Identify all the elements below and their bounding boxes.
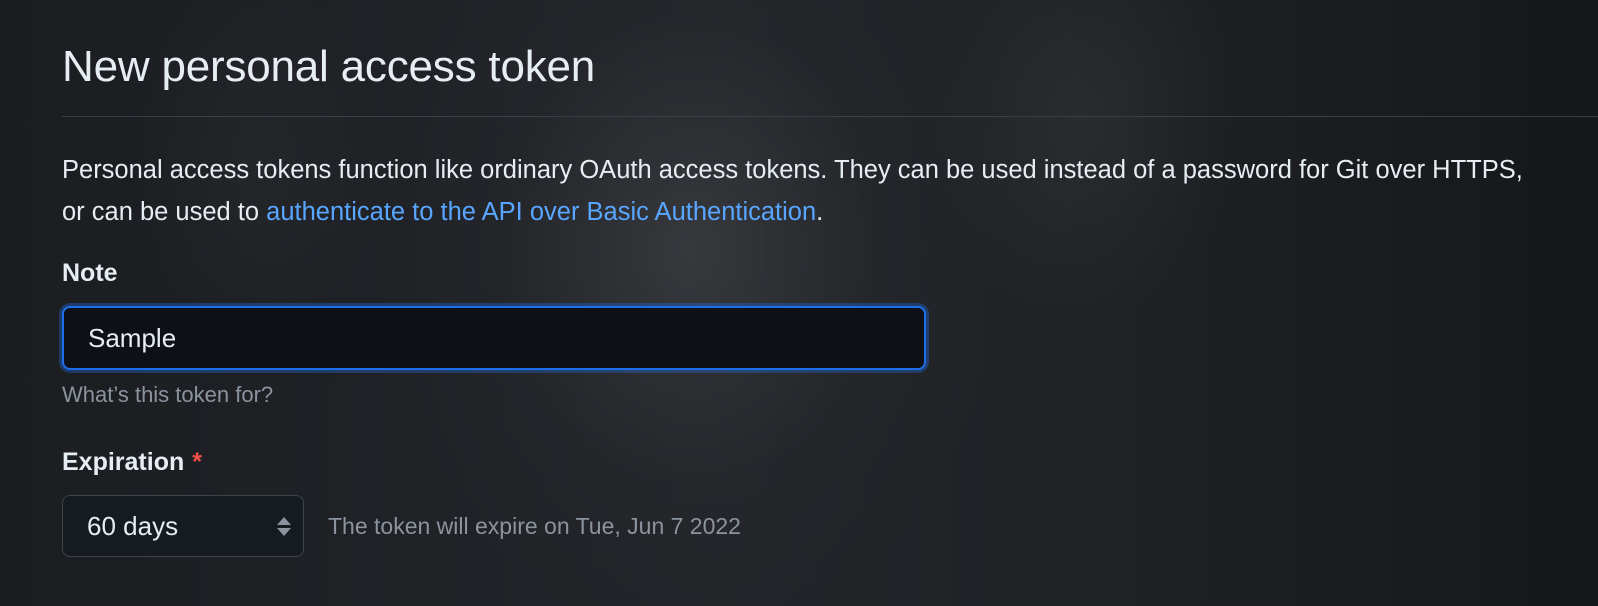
description-end: . xyxy=(816,198,824,226)
updown-arrows-icon xyxy=(277,516,291,536)
expiration-date-text: The token will expire on Tue, Jun 7 2022 xyxy=(328,512,741,539)
title-divider xyxy=(62,116,1598,117)
note-input[interactable] xyxy=(62,306,926,370)
note-label: Note xyxy=(62,259,118,287)
description: Personal access tokens function like ord… xyxy=(62,149,1542,233)
page-title: New personal access token xyxy=(62,42,596,91)
expiration-row: 60 days The token will expire on Tue, Ju… xyxy=(62,495,1598,557)
expiration-select-value: 60 days xyxy=(87,510,179,541)
expiration-label-text: Expiration xyxy=(62,448,185,476)
main-content: New personal access token Personal acces… xyxy=(62,0,1598,557)
note-hint: What’s this token for? xyxy=(62,382,274,407)
required-marker: * xyxy=(192,448,202,476)
expiration-label: Expiration * xyxy=(62,448,1598,477)
expiration-select[interactable]: 60 days xyxy=(62,495,304,557)
basic-auth-link[interactable]: authenticate to the API over Basic Authe… xyxy=(266,198,816,226)
